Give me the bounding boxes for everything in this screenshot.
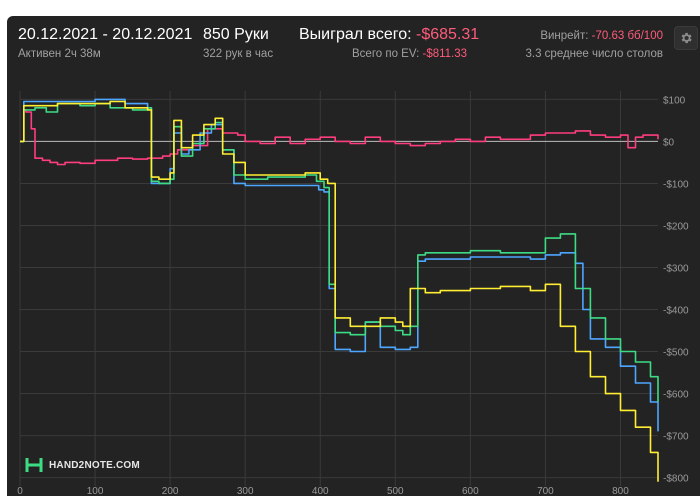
logo-text: HAND2NOTE.COM bbox=[49, 459, 140, 471]
y-tick-label: -$500 bbox=[663, 348, 689, 359]
chart-panel: 20.12.2021 - 20.12.2021 Активен 2ч 38м 8… bbox=[7, 16, 700, 496]
x-tick-label: 400 bbox=[312, 486, 329, 496]
pink-series-line bbox=[20, 109, 659, 166]
x-tick-label: 600 bbox=[462, 486, 479, 496]
x-axis: 0 100 200 300 400 500 600 700 800 bbox=[17, 486, 629, 496]
y-tick-label: -$700 bbox=[663, 432, 689, 443]
grid bbox=[19, 91, 658, 486]
y-tick-label: -$600 bbox=[663, 390, 689, 401]
hand2note-logo-icon bbox=[25, 458, 43, 472]
x-tick-label: 100 bbox=[87, 486, 104, 496]
x-tick-label: 700 bbox=[537, 486, 554, 496]
pnl-chart: $100 $0 -$100 -$200 -$300 -$400 -$500 -$600 -$70… bbox=[17, 91, 689, 496]
y-tick-label: $0 bbox=[663, 137, 675, 148]
x-tick-label: 0 bbox=[17, 486, 23, 496]
y-tick-label: -$100 bbox=[663, 179, 689, 190]
y-tick-label: -$300 bbox=[663, 263, 689, 274]
blue-series-line bbox=[20, 98, 659, 432]
y-tick-label: -$800 bbox=[663, 474, 689, 485]
x-tick-label: 800 bbox=[612, 486, 629, 496]
yellow-series-line bbox=[20, 100, 659, 482]
x-tick-label: 500 bbox=[387, 486, 404, 496]
y-tick-label: $100 bbox=[663, 95, 686, 106]
x-tick-label: 200 bbox=[162, 486, 179, 496]
y-axis: $100 $0 -$100 -$200 -$300 -$400 -$500 -$600 -$70… bbox=[663, 95, 689, 484]
y-tick-label: -$400 bbox=[663, 306, 689, 317]
hand2note-logo: HAND2NOTE.COM bbox=[25, 456, 140, 474]
y-tick-label: -$200 bbox=[663, 221, 689, 232]
x-tick-label: 300 bbox=[237, 486, 254, 496]
series-layer bbox=[20, 98, 659, 482]
